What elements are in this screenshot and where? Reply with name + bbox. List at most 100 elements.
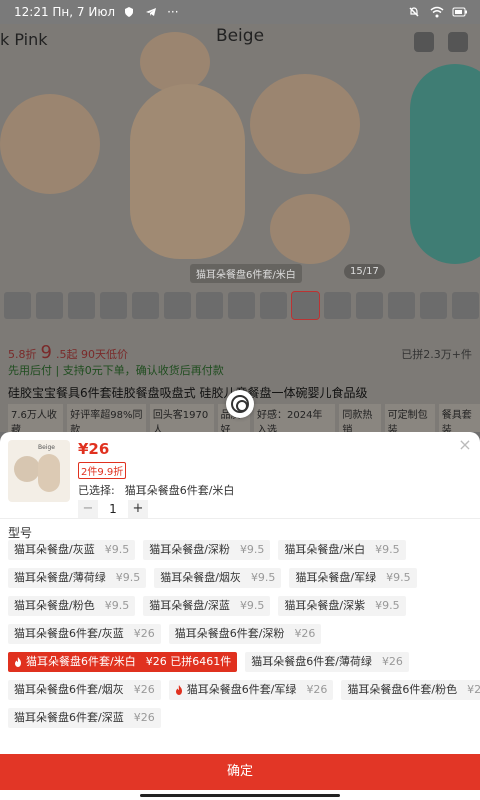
option-price: ¥26 — [467, 683, 480, 696]
variant-thumbnail[interactable] — [420, 292, 447, 319]
variant-thumbnail[interactable] — [100, 292, 127, 319]
telegram-icon — [145, 6, 159, 18]
variant-thumbnail[interactable] — [388, 292, 415, 319]
color-label-top: Beige — [215, 26, 265, 46]
option-price: ¥9.5 — [375, 543, 400, 556]
option-label: 猫耳朵餐盘6件套/薄荷绿 — [251, 655, 372, 668]
variant-option[interactable]: 猫耳朵餐盘6件套/深蓝 ¥26 — [8, 708, 161, 728]
option-label: 猫耳朵餐盘6件套/深粉 — [174, 627, 285, 640]
more-notifications: ··· — [167, 5, 179, 19]
flame-icon — [175, 685, 183, 695]
option-price: ¥9.5 — [104, 599, 130, 612]
loading-spinner-icon — [226, 390, 254, 418]
variant-option[interactable]: 猫耳朵餐盘/灰蓝 ¥9.5 — [8, 540, 136, 560]
tag: 回头客1970人 — [149, 404, 214, 432]
product-hero-image — [0, 24, 480, 286]
option-price: ¥9.5 — [239, 599, 265, 612]
option-price: ¥26 — [381, 655, 403, 668]
option-row: 猫耳朵餐盘/灰蓝 ¥9.5 猫耳朵餐盘/深粉 ¥9.5 猫耳朵餐盘/米白 ¥9.5 — [8, 540, 472, 560]
flame-icon — [14, 657, 22, 667]
battery-icon — [452, 6, 467, 18]
selected-sku-image[interactable]: Beige — [8, 440, 70, 502]
variant-thumbnail[interactable] — [164, 292, 191, 319]
variant-option[interactable]: 猫耳朵餐盘6件套/粉色 ¥26 — [341, 680, 480, 700]
option-label: 猫耳朵餐盘/军绿 — [295, 571, 377, 584]
option-row: 猫耳朵餐盘6件套/灰蓝 ¥26 猫耳朵餐盘6件套/深粉 ¥26 — [8, 624, 472, 644]
variant-option[interactable]: 猫耳朵餐盘6件套/军绿 ¥26 — [168, 680, 334, 700]
option-label: 猫耳朵餐盘/烟灰 — [160, 571, 241, 584]
option-row: 猫耳朵餐盘/薄荷绿 ¥9.5 猫耳朵餐盘/烟灰 ¥9.5 猫耳朵餐盘/军绿 ¥9.5 — [8, 568, 472, 588]
option-price: ¥26 — [133, 627, 155, 640]
variant-option[interactable]: 猫耳朵餐盘/深蓝 ¥9.5 — [143, 596, 271, 616]
option-label: 猫耳朵餐盘6件套/军绿 — [186, 683, 297, 696]
share-icon[interactable] — [448, 32, 468, 52]
variant-option[interactable]: 猫耳朵餐盘/米白 ¥9.5 — [278, 540, 406, 560]
option-label: 猫耳朵餐盘/米白 — [284, 543, 366, 556]
increase-button[interactable]: + — [128, 500, 148, 518]
variant-thumbnail[interactable] — [452, 292, 479, 319]
variant-option[interactable]: 猫耳朵餐盘6件套/深粉 ¥26 — [168, 624, 322, 644]
option-label: 猫耳朵餐盘6件套/深蓝 — [14, 711, 124, 724]
variant-thumbnail[interactable] — [196, 292, 223, 319]
avatar-icon[interactable] — [414, 32, 434, 52]
variant-thumbnail[interactable] — [36, 292, 63, 319]
chosen-label: 已选择: — [78, 484, 115, 497]
status-time: 12:21 Пн, 7 Июл — [14, 5, 116, 19]
discount-label: 5.8折 — [8, 348, 37, 361]
option-price: ¥26 — [306, 683, 328, 696]
option-label: 猫耳朵餐盘6件套/粉色 — [347, 683, 458, 696]
brand-mark: Beige — [38, 444, 55, 451]
quantity-value[interactable]: 1 — [98, 502, 128, 516]
tag: 餐具套装 — [438, 404, 480, 432]
price-suffix: .5起 90天低价 — [55, 348, 128, 361]
tag: 好评率超98%同款 — [67, 404, 146, 432]
shield-icon — [123, 6, 137, 18]
section-title: 型号 — [8, 526, 33, 540]
quantity-stepper: − 1 + — [78, 500, 148, 518]
option-label: 猫耳朵餐盘/粉色 — [14, 599, 95, 612]
variant-thumbnail[interactable] — [4, 292, 31, 319]
variant-option[interactable]: 猫耳朵餐盘/深粉 ¥9.5 — [143, 540, 271, 560]
option-price: ¥9.5 — [239, 543, 265, 556]
option-label: 猫耳朵餐盘6件套/烟灰 — [14, 683, 124, 696]
variant-option[interactable]: 猫耳朵餐盘6件套/薄荷绿 ¥26 — [245, 652, 409, 672]
chosen-value: 猫耳朵餐盘6件套/米白 — [124, 484, 235, 497]
variant-option[interactable]: 猫耳朵餐盘/深紫 ¥9.5 — [278, 596, 406, 616]
variant-thumbnail[interactable] — [356, 292, 383, 319]
variant-option[interactable]: 猫耳朵餐盘/烟灰 ¥9.5 — [154, 568, 282, 588]
variant-option[interactable]: 猫耳朵餐盘6件套/灰蓝 ¥26 — [8, 624, 161, 644]
variant-thumbnail[interactable] — [260, 292, 287, 319]
option-label: 猫耳朵餐盘/深粉 — [149, 543, 230, 556]
wifi-icon — [430, 6, 444, 18]
variant-option[interactable]: 猫耳朵餐盘6件套/烟灰 ¥26 — [8, 680, 161, 700]
variant-thumbnail-selected[interactable] — [291, 291, 320, 320]
option-price: ¥9.5 — [386, 571, 411, 584]
variant-option[interactable]: 猫耳朵餐盘/薄荷绿 ¥9.5 — [8, 568, 147, 588]
option-label: 猫耳朵餐盘/深紫 — [284, 599, 366, 612]
variant-options: 猫耳朵餐盘/灰蓝 ¥9.5 猫耳朵餐盘/深粉 ¥9.5 猫耳朵餐盘/米白 ¥9.5 猫耳朵餐… — [8, 540, 480, 736]
variant-thumbnail[interactable] — [68, 292, 95, 319]
variant-option[interactable]: 猫耳朵餐盘/粉色 ¥9.5 — [8, 596, 136, 616]
product-page-background: k Pink Beige 猫耳朵餐盘6件套/米白 15/17 5.8折 9 .5… — [0, 24, 480, 432]
variant-thumbnail[interactable] — [324, 292, 351, 319]
option-label: 猫耳朵餐盘/灰蓝 — [14, 543, 95, 556]
option-row: 猫耳朵餐盘6件套/米白 ¥26 已拼6461件 猫耳朵餐盘6件套/薄荷绿 ¥26 — [8, 652, 472, 672]
variant-option-selected[interactable]: 猫耳朵餐盘6件套/米白 ¥26 已拼6461件 — [8, 652, 238, 672]
option-price: ¥26 — [133, 711, 155, 724]
confirm-button[interactable]: 确定 — [0, 754, 480, 790]
divider — [0, 518, 480, 519]
variant-thumbnail[interactable] — [132, 292, 159, 319]
price-big: 9 — [40, 342, 52, 363]
tag: 同款热销 — [339, 404, 381, 432]
decrease-button[interactable]: − — [78, 500, 98, 518]
sold-count: 已拼2.3万+件 — [401, 348, 472, 361]
option-price: ¥9.5 — [115, 571, 141, 584]
variant-option[interactable]: 猫耳朵餐盘/军绿 ¥9.5 — [289, 568, 417, 588]
option-price: ¥9.5 — [104, 543, 130, 556]
promo-text: 先用后付 | 支持0元下单，确认收货后再付款 — [8, 364, 224, 377]
gesture-bar — [0, 790, 480, 800]
option-row: 猫耳朵餐盘/粉色 ¥9.5 猫耳朵餐盘/深蓝 ¥9.5 猫耳朵餐盘/深紫 ¥9.5 — [8, 596, 472, 616]
option-price: ¥26 已拼6461件 — [145, 655, 232, 668]
option-price: ¥26 — [133, 683, 155, 696]
variant-thumbnail[interactable] — [228, 292, 255, 319]
